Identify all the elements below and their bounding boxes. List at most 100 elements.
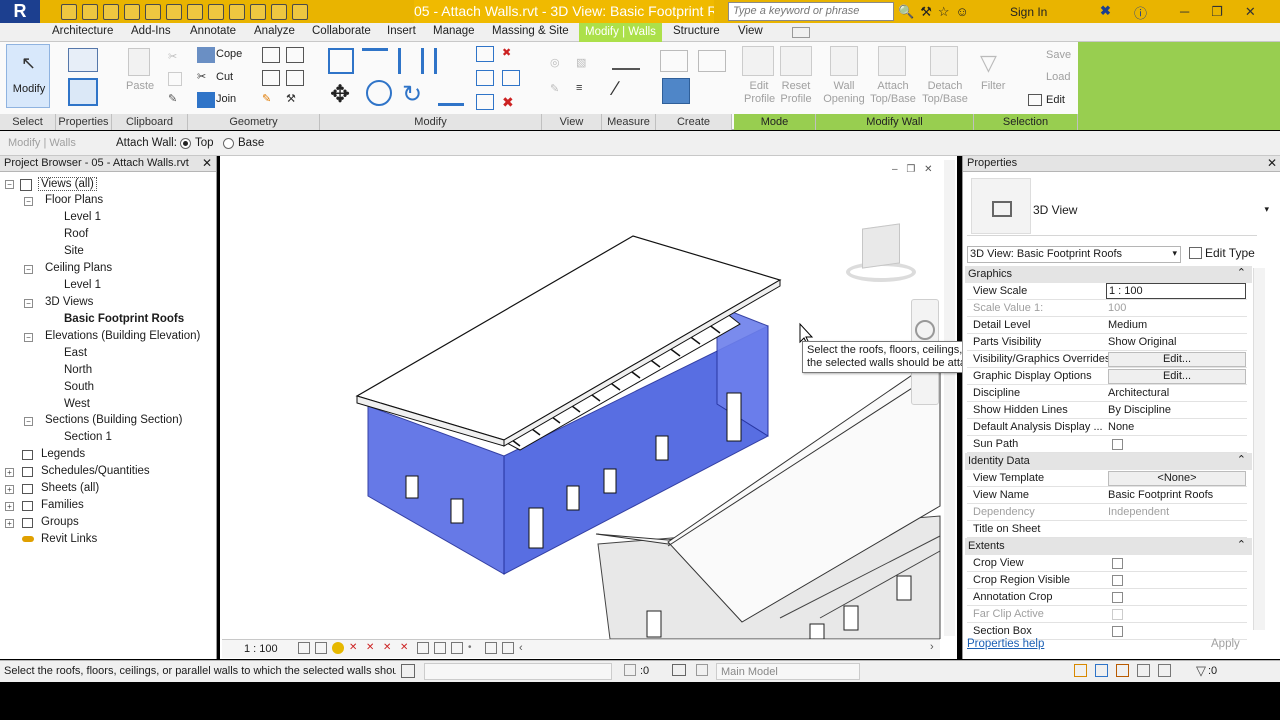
modify-button[interactable]: ↖ Modify: [6, 44, 50, 108]
viewcube[interactable]: [840, 223, 922, 286]
sun-path-checkbox[interactable]: [1112, 439, 1123, 450]
tree-groups[interactable]: Groups: [41, 516, 79, 528]
reveal-hidden-icon[interactable]: [451, 642, 463, 654]
tree-3d-views[interactable]: 3D Views: [45, 296, 93, 308]
cope-button[interactable]: Cope: [216, 48, 242, 60]
wall-joins-icon[interactable]: [262, 47, 280, 63]
lock-view-icon[interactable]: [417, 642, 429, 654]
prop-title-on-sheet[interactable]: Title on Sheet: [967, 521, 1247, 538]
tree-east[interactable]: East: [64, 347, 87, 359]
expand-toggle[interactable]: +: [5, 519, 14, 528]
reset-profile-button[interactable]: Reset Profile: [778, 80, 814, 106]
edit-type-button[interactable]: Edit Type: [1187, 245, 1257, 262]
load-selection-button[interactable]: Load: [1046, 71, 1070, 83]
customize-icon[interactable]: [292, 3, 308, 20]
tree-elevations[interactable]: Elevations (Building Elevation): [45, 330, 200, 342]
tab-add-ins[interactable]: Add-Ins: [131, 25, 171, 37]
panel-select[interactable]: Select: [0, 114, 56, 130]
expand-toggle[interactable]: −: [24, 417, 33, 426]
3d-view-canvas[interactable]: – ❐ ✕: [220, 156, 957, 659]
split-face-icon[interactable]: [286, 47, 304, 63]
prop-detail-level[interactable]: Detail Level Medium: [967, 317, 1247, 334]
workset-select[interactable]: [424, 663, 612, 680]
section-identity-data[interactable]: Identity Data ⌃: [965, 453, 1252, 470]
analytical-model-icon[interactable]: [502, 642, 514, 654]
top-radio-label[interactable]: Top: [195, 137, 214, 149]
select-underlay-icon[interactable]: [1095, 664, 1108, 677]
expand-toggle[interactable]: −: [24, 197, 33, 206]
view-close-icon[interactable]: ✕: [924, 164, 932, 175]
exchange-icon[interactable]: ✖: [1100, 3, 1111, 19]
tab-modify-walls[interactable]: Modify | Walls: [579, 23, 662, 42]
view-minimize-icon[interactable]: –: [892, 164, 898, 175]
chevron-down-icon[interactable]: ▾: [1172, 248, 1177, 259]
scroll-left-icon[interactable]: ‹: [519, 642, 531, 654]
design-option-icon[interactable]: [696, 664, 708, 676]
remove-paint-icon[interactable]: ⚒: [286, 92, 304, 108]
tree-west[interactable]: West: [64, 398, 90, 410]
worksets-icon[interactable]: [401, 664, 415, 678]
render-icon[interactable]: ✕: [366, 642, 378, 654]
trim-extend-icon[interactable]: [438, 80, 464, 106]
thin-lines-view-icon[interactable]: ≡: [576, 82, 594, 98]
revit-logo-icon[interactable]: R: [0, 0, 40, 23]
attach-top-base-button[interactable]: Attach Top/Base: [868, 80, 918, 106]
scroll-right-icon[interactable]: ›: [930, 641, 934, 653]
minimize-icon[interactable]: ─: [1180, 4, 1189, 19]
crop-icon[interactable]: ✕: [383, 642, 395, 654]
tree-families[interactable]: Families: [41, 499, 84, 511]
properties-help-link[interactable]: Properties help: [967, 638, 1044, 650]
copy-element-icon[interactable]: [366, 80, 392, 106]
collapse-icon[interactable]: ⌃: [1237, 453, 1246, 466]
section-icon[interactable]: [208, 3, 224, 20]
hide-icon[interactable]: ◎: [550, 56, 568, 72]
view-scale-input[interactable]: 1 : 100: [1106, 283, 1246, 299]
edit-profile-button[interactable]: Edit Profile: [744, 80, 775, 106]
close-icon[interactable]: ✕: [1245, 4, 1256, 20]
expand-toggle[interactable]: −: [24, 299, 33, 308]
create-parts-icon[interactable]: [662, 78, 690, 104]
prop-discipline[interactable]: Discipline Architectural: [967, 385, 1247, 402]
match-properties-icon[interactable]: ✎: [168, 92, 182, 106]
filter-status-icon[interactable]: ▽: [1196, 663, 1206, 679]
view-vertical-scrollbar[interactable]: [944, 160, 955, 636]
join-geometry-icon[interactable]: ✎: [262, 92, 280, 108]
crop-view-checkbox[interactable]: [1112, 558, 1123, 569]
base-radio[interactable]: [223, 138, 234, 149]
subscription-icon[interactable]: ⚒: [920, 4, 932, 20]
save-icon[interactable]: [82, 3, 98, 20]
viewcube-box[interactable]: [862, 223, 900, 269]
tab-architecture[interactable]: Architecture: [52, 25, 113, 37]
expand-toggle[interactable]: −: [5, 180, 14, 189]
ribbon-minimize-icon[interactable]: [792, 27, 810, 38]
paint-icon[interactable]: [262, 70, 280, 86]
maximize-icon[interactable]: ❐: [1211, 4, 1223, 20]
dimension-icon[interactable]: ∕: [614, 78, 640, 104]
collapse-icon[interactable]: ⌃: [1237, 266, 1246, 279]
view-template-button[interactable]: <None>: [1108, 471, 1246, 486]
measure-distance-icon[interactable]: [612, 54, 640, 70]
create-group-icon[interactable]: [698, 50, 726, 72]
tree-section-1[interactable]: Section 1: [64, 431, 112, 443]
tree-north[interactable]: North: [64, 364, 92, 376]
tab-massing-site[interactable]: Massing & Site: [492, 25, 569, 37]
pin-icon[interactable]: [476, 94, 494, 110]
rotate-icon[interactable]: ↻: [402, 80, 428, 108]
steering-wheel-icon[interactable]: [915, 320, 935, 340]
prop-view-name[interactable]: View Name Basic Footprint Roofs: [967, 487, 1247, 504]
tree-ceiling-plans[interactable]: Ceiling Plans: [45, 262, 112, 274]
temp-view-props-icon[interactable]: •: [468, 642, 480, 654]
scale-icon[interactable]: [502, 70, 520, 86]
select-links-icon[interactable]: [1074, 664, 1087, 677]
offset-icon[interactable]: [362, 48, 388, 74]
top-radio[interactable]: [180, 138, 191, 149]
signin-link[interactable]: Sign In: [1010, 5, 1047, 19]
graphic-display-edit-button[interactable]: Edit...: [1108, 369, 1246, 384]
tab-structure[interactable]: Structure: [673, 25, 720, 37]
split-gap-icon[interactable]: ✖: [502, 46, 520, 62]
section-graphics[interactable]: Graphics ⌃: [965, 266, 1252, 283]
instance-filter-select[interactable]: 3D View: Basic Footprint Roofs ▾: [967, 246, 1181, 263]
thin-lines-icon[interactable]: [229, 3, 245, 20]
temp-hide-icon[interactable]: [434, 642, 446, 654]
sun-path-icon[interactable]: [332, 642, 344, 654]
